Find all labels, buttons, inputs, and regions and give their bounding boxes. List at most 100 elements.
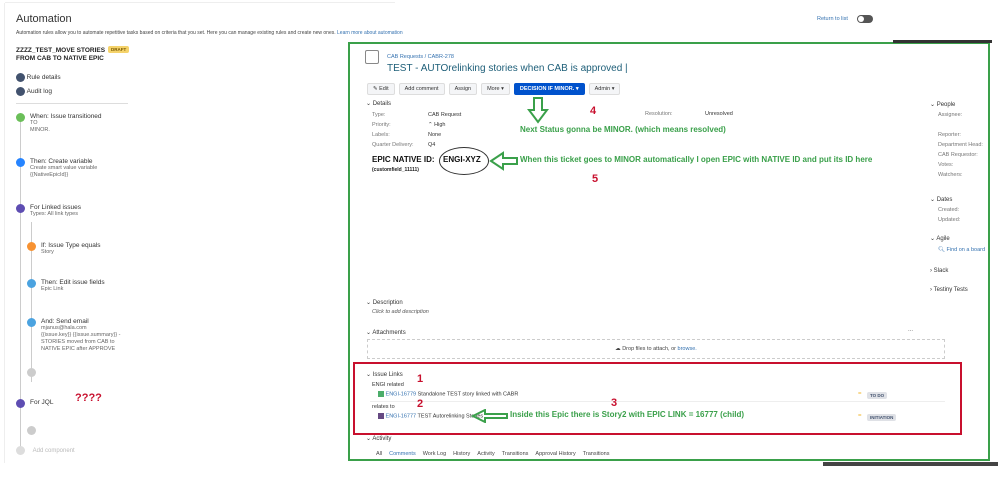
annotation-number-3: 3 (611, 397, 618, 409)
annotation-number-2: 2 (417, 398, 424, 410)
story-icon (378, 391, 384, 397)
tab-comments[interactable]: Comments (389, 451, 416, 457)
admin-button[interactable]: Admin ▾ (588, 83, 621, 95)
description-toggle[interactable]: ⌄ Description (366, 299, 403, 306)
agile-toggle[interactable]: ⌄ Agile (930, 235, 950, 242)
linked-issue-key[interactable]: ENGI-16779 (386, 391, 417, 397)
resolution-value: Unresolved (705, 111, 733, 117)
attachment-dropzone[interactable]: ☁ Drop files to attach, or browse. (367, 339, 945, 359)
variable-icon (16, 158, 25, 167)
draft-badge: DRAFT (108, 46, 130, 53)
annotation-inside-epic: Inside this Epic there is Story2 with EP… (510, 410, 745, 419)
issue-title[interactable]: TEST - AUTOrelinking stories when CAB is… (387, 63, 628, 74)
resolution-label: Resolution: (645, 111, 673, 117)
epic-icon (378, 413, 384, 419)
breadcrumb: CAB Requests / CABR-278 (387, 54, 454, 60)
branch-icon (16, 204, 25, 213)
rule-name: ZZZZ_TEST_MOVE STORIES FROM CAB TO NATIVE… (16, 47, 106, 62)
panel-border (4, 3, 5, 463)
top-divider (5, 2, 395, 3)
priority-medium-icon: = (858, 413, 862, 419)
more-button[interactable]: More ▾ (481, 83, 510, 95)
linked-issue-key[interactable]: ENGI-16777 (386, 413, 417, 419)
epic-native-id-label: EPIC NATIVE ID: (372, 155, 435, 164)
audit-log-link[interactable]: Audit log (16, 87, 52, 96)
return-to-list-link[interactable]: Return to list (817, 16, 848, 22)
dates-toggle[interactable]: ⌄ Dates (930, 195, 960, 205)
details-fields: Type: CAB Request Priority: ⌃ High Labels:… (372, 112, 462, 148)
attachments-toggle[interactable]: ⌄ Attachments (366, 329, 406, 336)
customfield-label: (customfield_11111) (372, 167, 419, 173)
email-icon (27, 318, 36, 327)
annotation-question-marks: ???? (75, 392, 102, 404)
testiny-toggle[interactable]: › Testiny Tests (930, 287, 968, 293)
tab-activity[interactable]: Activity (477, 451, 494, 457)
annotation-left-arrow-icon (471, 409, 508, 423)
rule-details-link[interactable]: Rule details (16, 73, 61, 82)
step-for-linked[interactable]: For Linked issues Types: All link types (16, 204, 81, 218)
tab-all[interactable]: All (376, 451, 382, 457)
annotation-number-5: 5 (592, 173, 599, 185)
linked-issue-row[interactable]: ENGI-16779 Standalone TEST story linked … (378, 391, 518, 397)
epic-native-id-value[interactable]: ENGI-XYZ (443, 155, 481, 164)
slack-toggle[interactable]: › Slack (930, 268, 948, 274)
breadcrumb-key[interactable]: CABR-278 (428, 54, 454, 60)
tab-transitions[interactable]: Transitions (502, 451, 529, 457)
tab-approval-history[interactable]: Approval History (535, 451, 575, 457)
step-for-jql[interactable]: For JQL (16, 399, 53, 408)
page-title: Automation (16, 13, 72, 25)
step-if-condition[interactable]: If: Issue Type equals Story (27, 242, 101, 256)
edit-button[interactable]: ✎ Edit (367, 83, 395, 95)
trigger-icon (16, 113, 25, 122)
attachments-more-button[interactable]: ... (908, 327, 913, 333)
activity-tabs: All Comments Work Log History Activity T… (376, 451, 609, 457)
breadcrumb-project[interactable]: CAB Requests (387, 54, 423, 60)
tab-transitions-2[interactable]: Transitions (583, 451, 610, 457)
step-trigger[interactable]: When: Issue transitioned TO MINOR. (16, 113, 102, 134)
annotation-down-arrow-icon (527, 97, 549, 124)
activity-toggle[interactable]: ⌄ Activity (366, 435, 391, 442)
link-type-label: relates to (372, 404, 395, 410)
edit-icon (27, 279, 36, 288)
annotation-next-status: Next Status gonna be MINOR. (which means… (520, 125, 726, 134)
linked-issue-row[interactable]: ENGI-16777 TEST Autorelinking Stories (378, 413, 483, 419)
step-edit-fields[interactable]: Then: Edit issue fields Epic Link (27, 279, 105, 293)
find-on-board-link[interactable]: 🔍︎ Find on a board (938, 247, 985, 253)
people-toggle[interactable]: ⌄ People (930, 100, 983, 110)
description-field[interactable]: Click to add description (372, 309, 429, 315)
learn-more-link[interactable]: Learn more about automation (337, 30, 403, 36)
add-component-button[interactable]: Add component (16, 446, 75, 455)
page-description: Automation rules allow you to automate r… (16, 30, 403, 36)
toggle-switch[interactable] (857, 15, 873, 23)
annotation-number-1: 1 (417, 373, 424, 385)
details-section-toggle[interactable]: ⌄ Details (366, 100, 391, 107)
annotation-number-4: 4 (590, 105, 597, 117)
scrollbar[interactable] (823, 462, 998, 466)
search-icon: 🔍︎ (938, 247, 945, 253)
info-icon (16, 73, 25, 82)
annotation-when-minor: When this ticket goes to MINOR automatic… (520, 155, 873, 164)
cloud-upload-icon: ☁ (615, 346, 621, 352)
priority-medium-icon: = (858, 391, 862, 397)
add-step-button[interactable] (27, 426, 36, 435)
dates-section: ⌄ Dates Created: Updated: (930, 195, 961, 223)
annotation-left-arrow-icon (489, 151, 518, 171)
divider (370, 401, 945, 402)
tab-history[interactable]: History (453, 451, 470, 457)
divider (16, 103, 128, 104)
status-badge: TO DO (867, 392, 888, 399)
decision-if-minor-button[interactable]: DECISION IF MINOR. ▾ (513, 83, 585, 95)
add-step-button[interactable] (27, 368, 36, 377)
browse-link[interactable]: browse. (678, 346, 697, 352)
branch-icon (16, 399, 25, 408)
plus-icon (16, 446, 25, 455)
step-send-email[interactable]: And: Send email mjanus@hala.com {{issue.ke… (27, 318, 121, 353)
add-comment-button[interactable]: Add comment (398, 83, 445, 95)
cab-request-icon (365, 50, 379, 64)
issue-links-toggle[interactable]: ⌄ Issue Links (366, 371, 403, 378)
step-create-variable[interactable]: Then: Create variable Create smart value … (16, 158, 97, 179)
tab-work-log[interactable]: Work Log (423, 451, 446, 457)
condition-icon (27, 242, 36, 251)
frame-edge (893, 40, 992, 43)
assign-button[interactable]: Assign (448, 83, 478, 95)
